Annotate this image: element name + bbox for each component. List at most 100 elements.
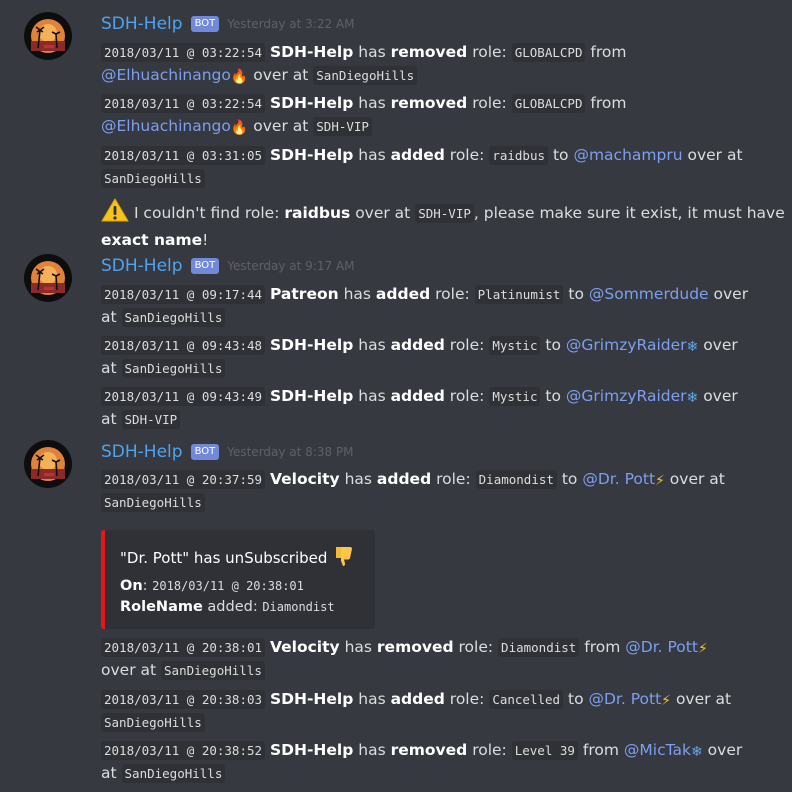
prep-text: from: [590, 43, 627, 61]
log-stamp: 2018/03/11 @ 03:22:54: [101, 43, 266, 62]
avatar[interactable]: [24, 12, 72, 60]
prep-text: to: [568, 690, 584, 708]
fire-icon: 🔥: [230, 69, 249, 85]
warning-emphasis: exact name: [101, 231, 203, 249]
warning-icon: [101, 198, 129, 229]
message-line: 2018/03/11 @ 20:38:03 SDH-Help has added…: [101, 688, 781, 734]
avatar[interactable]: [24, 440, 72, 488]
user-mention[interactable]: @GrimzyRaider: [566, 387, 687, 405]
has-text: has: [358, 690, 386, 708]
message-line: 2018/03/11 @ 03:22:54 SDH-Help has remov…: [101, 41, 781, 87]
rich-embed: "Dr. Pott" has unSubscribed On: 2018/03/…: [101, 530, 375, 629]
user-mention[interactable]: @Sommerdude: [589, 285, 709, 303]
bot-badge: BOT: [190, 258, 220, 274]
user-mention[interactable]: @Elhuachinango: [101, 117, 231, 135]
log-stamp: 2018/03/11 @ 20:38:52: [101, 741, 266, 760]
bot-badge: BOT: [190, 444, 220, 460]
user-mention[interactable]: @Dr. Pott: [589, 690, 662, 708]
embed-field-value: Diamondist: [262, 600, 335, 614]
over-at-text: over at: [253, 66, 309, 84]
user-mention[interactable]: @GrimzyRaider: [566, 336, 687, 354]
actor: Velocity: [269, 638, 340, 656]
server-name: SDH-VIP: [121, 410, 181, 429]
role-word: role:: [472, 43, 507, 61]
warning-text: I couldn't find role:: [133, 204, 280, 222]
role-name: Platinumist: [474, 285, 564, 304]
log-stamp: 2018/03/11 @ 20:38:03: [101, 690, 266, 709]
warning-message: I couldn't find role: raidbus over at SD…: [101, 198, 785, 252]
role-name: Level 39: [511, 741, 578, 760]
over-text: over: [713, 285, 749, 303]
has-text: has: [358, 387, 386, 405]
role-name: Mystic: [489, 387, 541, 406]
embed-title: "Dr. Pott" has unSubscribed: [120, 544, 356, 572]
actor: Velocity: [269, 470, 340, 488]
embed-field-value: 2018/03/11 @ 20:38:01: [152, 579, 304, 593]
over-text: over: [703, 336, 738, 354]
warning-text: over at: [355, 204, 411, 222]
snowflake-icon: ❄: [686, 339, 699, 355]
role-word: role:: [449, 387, 485, 405]
server-name: SanDiegoHills: [121, 308, 226, 327]
log-stamp: 2018/03/11 @ 20:38:01: [101, 638, 266, 657]
role-word: role:: [435, 285, 470, 303]
user-mention[interactable]: @MicTak: [624, 741, 691, 759]
role-word: role:: [436, 470, 471, 488]
action: removed: [376, 638, 454, 656]
actor: SDH-Help: [269, 94, 354, 112]
role-name: Cancelled: [489, 690, 564, 709]
avatar-image: [31, 447, 65, 481]
over-at-text: over at: [101, 661, 157, 679]
username[interactable]: SDH-Help: [101, 14, 183, 34]
server-name: SanDiegoHills: [101, 169, 205, 188]
actor: Patreon: [269, 285, 339, 303]
action: added: [375, 285, 431, 303]
user-mention[interactable]: @Dr. Pott: [582, 470, 655, 488]
prep-text: to: [568, 285, 584, 303]
avatar[interactable]: [24, 254, 72, 302]
server-name: SanDiegoHills: [101, 713, 205, 732]
snowflake-icon: ❄: [686, 390, 699, 406]
log-stamp: 2018/03/11 @ 03:22:54: [101, 94, 266, 113]
action: removed: [390, 741, 468, 759]
log-stamp: 2018/03/11 @ 20:37:59: [101, 470, 266, 489]
message-line: 2018/03/11 @ 20:38:01 Velocity has remov…: [101, 636, 781, 682]
server-name: SanDiegoHills: [313, 66, 418, 85]
role-word: role:: [472, 94, 507, 112]
snowflake-icon: ❄: [691, 744, 703, 760]
server-name: SanDiegoHills: [121, 359, 226, 378]
username[interactable]: SDH-Help: [101, 256, 183, 276]
message-header: SDH-Help BOT Yesterday at 3:22 AM: [101, 12, 355, 36]
at-text: at: [101, 308, 117, 326]
embed-field-text: added:: [207, 599, 258, 615]
has-text: has: [344, 638, 372, 656]
actor: SDH-Help: [269, 690, 354, 708]
role-word: role:: [458, 638, 494, 656]
user-mention[interactable]: @Dr. Pott: [625, 638, 698, 656]
role-word: role:: [449, 336, 485, 354]
username[interactable]: SDH-Help: [101, 442, 183, 462]
action: removed: [390, 94, 468, 112]
prep-text: from: [584, 638, 621, 656]
action: added: [376, 470, 432, 488]
prep-text: to: [545, 387, 561, 405]
role-name: Diamondist: [498, 638, 580, 657]
action: added: [390, 336, 445, 354]
has-text: has: [358, 94, 386, 112]
avatar-image: [31, 19, 65, 53]
server-name: SDH-VIP: [313, 117, 372, 136]
has-text: has: [358, 741, 386, 759]
role-word: role:: [449, 690, 485, 708]
warning-text: !: [202, 231, 209, 249]
actor: SDH-Help: [269, 43, 354, 61]
over-text: over: [703, 387, 738, 405]
user-mention[interactable]: @Elhuachinango: [101, 66, 231, 84]
log-stamp: 2018/03/11 @ 09:43:49: [101, 387, 266, 406]
message-line: 2018/03/11 @ 09:43:49 SDH-Help has added…: [101, 385, 781, 431]
message-line: 2018/03/11 @ 20:38:52 SDH-Help has remov…: [101, 739, 781, 785]
at-text: at: [101, 764, 117, 782]
message-line: 2018/03/11 @ 20:37:59 Velocity has added…: [101, 468, 781, 514]
avatar-image: [31, 261, 65, 295]
server-name: SDH-VIP: [415, 204, 474, 223]
user-mention[interactable]: @machampru: [573, 146, 682, 164]
